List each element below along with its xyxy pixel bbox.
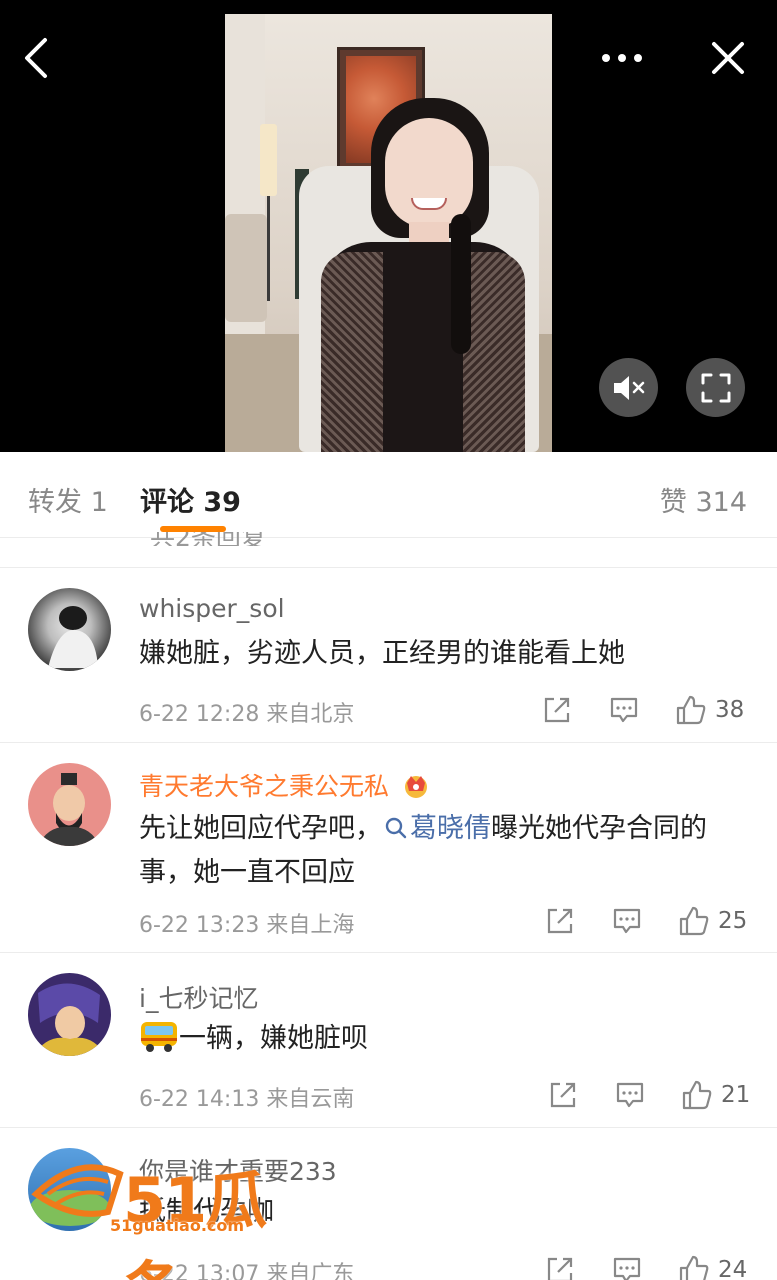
video-player[interactable]: [0, 0, 777, 452]
comment-icon: [613, 908, 641, 934]
reply-button[interactable]: [612, 904, 642, 938]
thumbs-up-icon: [679, 906, 709, 936]
cut-off-reply-text: 共2条回复: [150, 532, 340, 546]
detail-tabs: 转发 1 评论 39 赞 314: [0, 452, 777, 538]
video-lamp-pole: [267, 196, 270, 301]
like-count: 25: [718, 908, 748, 934]
comment-time: 6-22 14:13: [139, 1087, 260, 1112]
share-button[interactable]: [542, 693, 572, 727]
like-button[interactable]: 24: [678, 1253, 747, 1280]
topic-link[interactable]: 葛晓倩: [382, 813, 491, 844]
comment-location: 来自云南: [266, 1087, 355, 1112]
like-button[interactable]: 38: [675, 693, 744, 727]
thumbs-up-icon: [679, 1255, 709, 1280]
reply-button[interactable]: [612, 1253, 642, 1280]
share-icon: [547, 908, 573, 934]
close-icon: [712, 42, 744, 74]
watermark-logo-icon: [31, 1164, 124, 1217]
more-dots-icon: [602, 54, 642, 62]
comment-meta: 6-22 13:23 来自上海: [139, 907, 354, 939]
comment-username[interactable]: i_七秒记忆: [139, 979, 258, 1015]
comment-icon: [610, 697, 638, 723]
more-button[interactable]: [600, 36, 644, 80]
fullscreen-button[interactable]: [686, 358, 745, 417]
comment-text: 一辆，嫌她脏呗: [139, 1017, 749, 1061]
topic-link-text: 葛晓倩: [410, 813, 491, 844]
video-person-sleeve-right: [463, 252, 525, 452]
video-sofa: [225, 214, 267, 322]
tab-repost[interactable]: 转发 1: [28, 480, 108, 519]
like-count: 38: [715, 697, 745, 723]
comment-icon: [616, 1082, 644, 1108]
close-button[interactable]: [706, 36, 750, 80]
video-person-sleeve-left: [321, 252, 383, 452]
comment-username[interactable]: 青天老大爷之秉公无私: [139, 767, 431, 803]
crown-badge-icon: [404, 776, 427, 798]
tab-comments[interactable]: 评论 39: [140, 480, 241, 519]
tab-likes[interactable]: 赞 314: [660, 480, 747, 519]
mute-button[interactable]: [599, 358, 658, 417]
avatar[interactable]: [28, 588, 111, 671]
share-button[interactable]: [548, 1078, 578, 1112]
share-button[interactable]: [545, 1253, 575, 1280]
chevron-left-icon: [25, 38, 47, 78]
video-person-face: [385, 118, 473, 228]
fullscreen-icon: [701, 373, 730, 402]
comment-location: 来自北京: [266, 702, 355, 727]
video-lamp: [260, 124, 277, 196]
share-icon: [547, 1257, 573, 1280]
comment-item: 青天老大爷之秉公无私 先让她回应代孕吧， 葛晓倩曝光她代孕合同的事，她一直不回应 …: [0, 742, 777, 952]
cut-off-reply-label: 共2条回复: [150, 532, 266, 546]
comment-time: 6-22 13:23: [139, 913, 260, 938]
avatar[interactable]: [28, 973, 111, 1056]
comment-actions: 25: [545, 904, 760, 938]
comment-meta: 6-22 12:28 来自北京: [139, 696, 354, 728]
watermark-url: 51guatiao.com: [110, 1216, 245, 1235]
comment-text: 先让她回应代孕吧， 葛晓倩曝光她代孕合同的事，她一直不回应: [139, 807, 749, 895]
comment-item: i_七秒记忆 一辆，嫌她脏呗 6-22 14:13 来自云南 21: [0, 952, 777, 1127]
comment-actions: 21: [548, 1078, 763, 1112]
comment-actions: 24: [545, 1253, 760, 1280]
comment-username-text: 青天老大爷之秉公无私: [139, 772, 390, 801]
speaker-muted-icon: [613, 375, 644, 400]
comment-meta: 6-22 14:13 来自云南: [139, 1081, 354, 1113]
like-count: 24: [718, 1257, 748, 1280]
reply-button[interactable]: [615, 1078, 645, 1112]
watermark: 51瓜条 51guatiao.com: [28, 1150, 308, 1280]
comment-location: 来自上海: [266, 913, 355, 938]
comment-icon: [613, 1257, 641, 1280]
comment-item: whisper_sol 嫌她脏，劣迹人员，正经男的谁能看上她 6-22 12:2…: [0, 567, 777, 742]
bus-emoji-icon: [141, 1022, 177, 1052]
comment-text-part: 一辆，嫌她脏呗: [179, 1023, 368, 1054]
reply-button[interactable]: [609, 693, 639, 727]
comment-username[interactable]: whisper_sol: [139, 594, 285, 623]
video-frame[interactable]: [225, 14, 552, 452]
like-button[interactable]: 21: [681, 1078, 750, 1112]
share-icon: [550, 1082, 576, 1108]
thumbs-up-icon: [676, 695, 706, 725]
back-button[interactable]: [14, 36, 58, 80]
avatar[interactable]: [28, 763, 111, 846]
like-button[interactable]: 25: [678, 904, 747, 938]
comment-text-part: 先让她回应代孕吧，: [139, 813, 382, 844]
video-person-braid: [451, 214, 471, 354]
thumbs-up-icon: [682, 1080, 712, 1110]
comment-text: 嫌她脏，劣迹人员，正经男的谁能看上她: [139, 638, 625, 669]
comment-time: 6-22 12:28: [139, 702, 260, 727]
watermark-text: 51瓜条: [123, 1164, 267, 1280]
like-count: 21: [721, 1082, 751, 1108]
search-icon: [385, 817, 407, 839]
share-icon: [544, 697, 570, 723]
share-button[interactable]: [545, 904, 575, 938]
comment-actions: 38: [542, 693, 757, 727]
